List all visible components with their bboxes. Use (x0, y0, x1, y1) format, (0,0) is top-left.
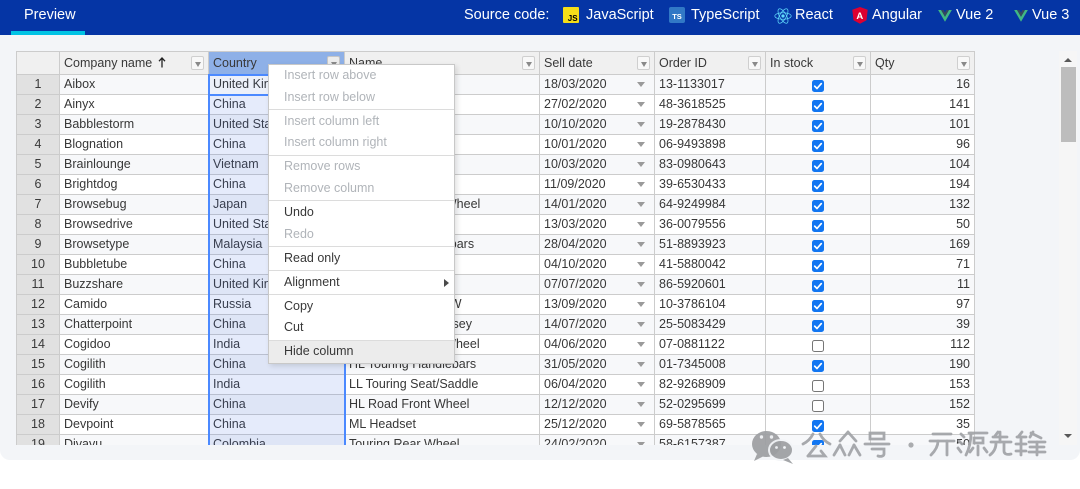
svg-text:TS: TS (672, 12, 682, 21)
svg-text:JS: JS (568, 14, 578, 23)
svg-text:A: A (856, 11, 863, 22)
